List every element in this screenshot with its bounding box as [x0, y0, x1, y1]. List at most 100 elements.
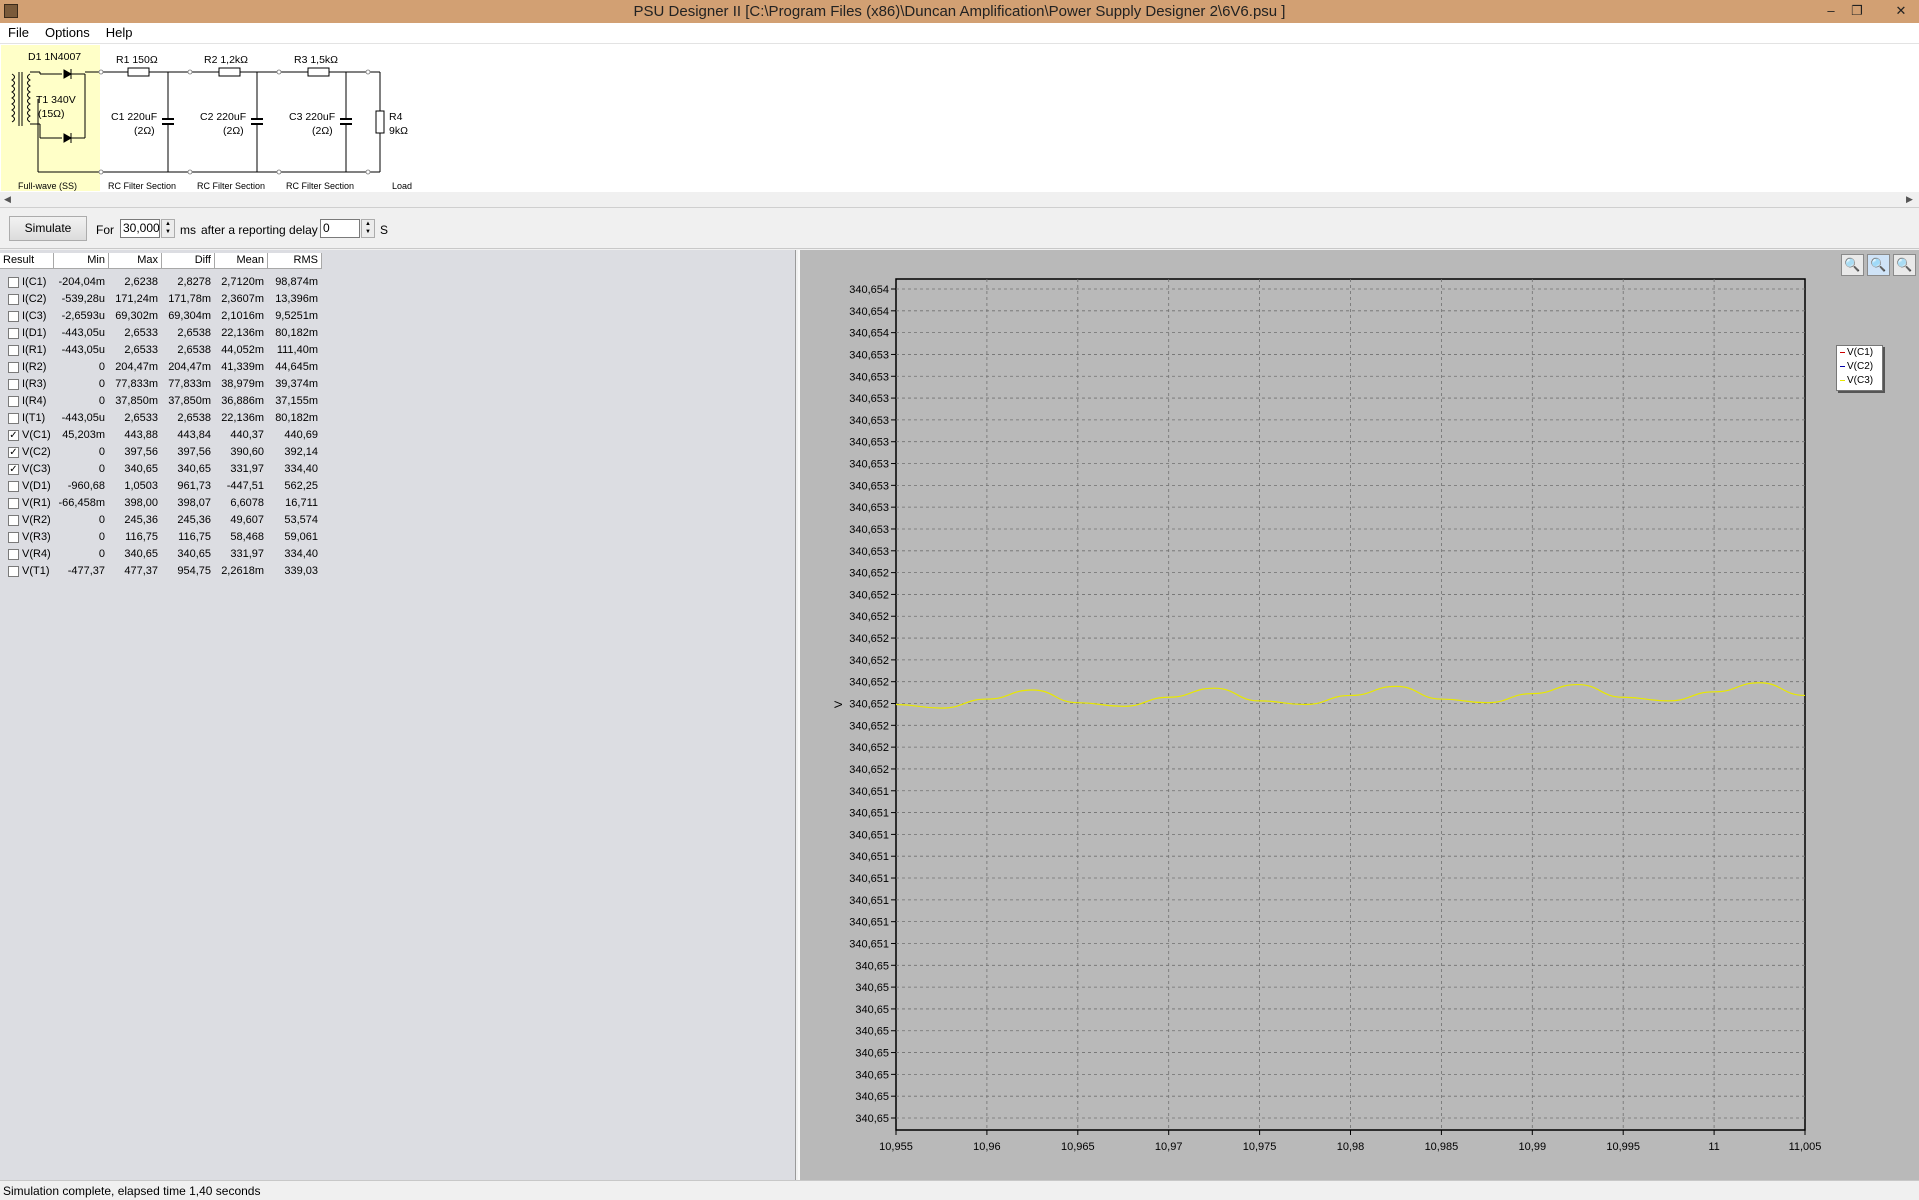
result-mean: 22,136m — [221, 327, 264, 339]
status-bar: Simulation complete, elapsed time 1,40 s… — [0, 1180, 1919, 1200]
legend-item-vc3: V(C3) — [1840, 375, 1873, 386]
table-row[interactable]: V(D1) -960,68 1,0503 961,73 -447,51 562,25 — [0, 479, 322, 496]
table-row[interactable]: V(R1) -66,458m 398,00 398,07 6,6078 16,711 — [0, 496, 322, 513]
header-result[interactable]: Result — [0, 253, 54, 269]
resistor-r3[interactable] — [307, 67, 330, 77]
result-checkbox[interactable] — [8, 328, 19, 339]
table-row[interactable]: V(R4) 0 340,65 340,65 331,97 334,40 — [0, 547, 322, 564]
section-load[interactable]: Load — [392, 181, 412, 191]
table-row[interactable]: I(R1) -443,05u 2,6533 2,6538 44,052m 111,40m — [0, 343, 322, 360]
header-mean[interactable]: Mean — [215, 253, 268, 269]
result-max: 2,6533 — [124, 344, 158, 356]
result-checkbox[interactable]: ✓ — [8, 447, 19, 458]
simulate-button[interactable]: Simulate — [9, 216, 87, 241]
zoom-out-icon[interactable]: 🔍 — [1893, 254, 1916, 276]
result-max: 397,56 — [124, 446, 158, 458]
result-mean: 6,6078 — [230, 497, 264, 509]
table-row[interactable]: I(D1) -443,05u 2,6533 2,6538 22,136m 80,182m — [0, 326, 322, 343]
result-checkbox[interactable] — [8, 396, 19, 407]
resistor-r2[interactable] — [218, 67, 241, 77]
result-checkbox[interactable] — [8, 345, 19, 356]
section-rc-3[interactable]: RC Filter Section — [286, 181, 354, 191]
table-row[interactable]: V(T1) -477,37 477,37 954,75 2,2618m 339,03 — [0, 564, 322, 581]
result-checkbox[interactable] — [8, 549, 19, 560]
scroll-right-arrow[interactable]: ▶ — [1906, 194, 1913, 205]
x-tick-label: 11 — [1708, 1141, 1719, 1153]
result-max: 245,36 — [124, 514, 158, 526]
result-checkbox[interactable] — [8, 532, 19, 543]
scroll-left-arrow[interactable]: ◀ — [4, 194, 11, 205]
result-diff: 245,36 — [177, 514, 211, 526]
result-checkbox[interactable]: ✓ — [8, 430, 19, 441]
table-row[interactable]: ✓ V(C3) 0 340,65 340,65 331,97 334,40 — [0, 462, 322, 479]
delay-spinner[interactable]: ▲ ▼ — [361, 219, 375, 238]
header-diff[interactable]: Diff — [162, 253, 215, 269]
y-tick-label: 340,65 — [855, 982, 889, 994]
result-min: 0 — [98, 463, 105, 475]
table-row[interactable]: ✓ V(C2) 0 397,56 397,56 390,60 392,14 — [0, 445, 322, 462]
y-tick-label: 340,65 — [855, 1091, 889, 1103]
result-max: 2,6238 — [124, 276, 158, 288]
zoom-in-icon[interactable]: 🔍 — [1841, 254, 1864, 276]
result-checkbox[interactable] — [8, 311, 19, 322]
status-text: Simulation complete, elapsed time 1,40 s… — [3, 1184, 261, 1198]
y-tick-label: 340,651 — [849, 873, 889, 885]
result-rms: 37,155m — [275, 395, 318, 407]
menu-help[interactable]: Help — [98, 23, 141, 42]
schematic-diagram: D1 1N4007 T1 340V (15Ω) R1 150Ω R2 1,2kΩ… — [1, 45, 412, 191]
duration-spinner[interactable]: ▲ ▼ — [161, 219, 175, 238]
result-max: 37,850m — [115, 395, 158, 407]
table-row[interactable]: I(C3) -2,6593u 69,302m 69,304m 2,1016m 9,5251… — [0, 309, 322, 326]
result-checkbox[interactable]: ✓ — [8, 464, 19, 475]
section-rc-1[interactable]: RC Filter Section — [108, 181, 176, 191]
section-fullwave[interactable]: Full-wave (SS) — [18, 181, 77, 191]
resistor-r1[interactable] — [127, 67, 150, 77]
table-row[interactable]: I(C1) -204,04m 2,6238 2,8278 2,7120m 98,874m — [0, 275, 322, 292]
result-checkbox[interactable] — [8, 566, 19, 577]
result-checkbox[interactable] — [8, 413, 19, 424]
result-checkbox[interactable] — [8, 362, 19, 373]
schematic-scrollbar[interactable]: ◀ ▶ — [0, 192, 1919, 208]
result-min: 0 — [98, 531, 105, 543]
result-max: 340,65 — [124, 463, 158, 475]
voltage-chart[interactable]: 10,955 10,96 10,965 10,97 10,975 10,98 10,985 1… — [800, 250, 1919, 1180]
result-name: I(C1) — [22, 276, 47, 288]
header-rms[interactable]: RMS — [268, 253, 322, 269]
simulation-controls: Simulate For 30,000 ▲ ▼ ms after a report… — [0, 208, 1919, 249]
result-name: I(R3) — [22, 378, 47, 390]
table-row[interactable]: V(R3) 0 116,75 116,75 58,468 59,061 — [0, 530, 322, 547]
result-checkbox[interactable] — [8, 481, 19, 492]
result-checkbox[interactable] — [8, 498, 19, 509]
header-max[interactable]: Max — [109, 253, 162, 269]
result-checkbox[interactable] — [8, 277, 19, 288]
delay-input[interactable]: 0 — [320, 219, 360, 238]
section-rc-2[interactable]: RC Filter Section — [197, 181, 265, 191]
menu-options[interactable]: Options — [37, 23, 98, 42]
header-min[interactable]: Min — [54, 253, 109, 269]
table-row[interactable]: I(R3) 0 77,833m 77,833m 38,979m 39,374m — [0, 377, 322, 394]
duration-input[interactable]: 30,000 — [120, 219, 160, 238]
result-max: 340,65 — [124, 548, 158, 560]
result-mean: 44,052m — [221, 344, 264, 356]
minimize-button[interactable]: – — [1818, 0, 1844, 22]
x-tick-label: 10,995 — [1606, 1141, 1640, 1153]
resistor-r4[interactable] — [375, 110, 385, 134]
menu-file[interactable]: File — [0, 23, 37, 42]
result-checkbox[interactable] — [8, 294, 19, 305]
table-row[interactable]: I(T1) -443,05u 2,6533 2,6538 22,136m 80,182m — [0, 411, 322, 428]
restore-button[interactable]: ❐ — [1844, 0, 1870, 22]
table-row[interactable]: I(C2) -539,28u 171,24m 171,78m 2,3607m 13,396… — [0, 292, 322, 309]
result-checkbox[interactable] — [8, 379, 19, 390]
legend-item-vc1: V(C1) — [1840, 347, 1873, 358]
label-r4: R4 — [389, 111, 403, 123]
table-row[interactable]: I(R4) 0 37,850m 37,850m 36,886m 37,155m — [0, 394, 322, 411]
table-row[interactable]: ✓ V(C1) 45,203m 443,88 443,84 440,37 440,69 — [0, 428, 322, 445]
table-row[interactable]: V(R2) 0 245,36 245,36 49,607 53,574 — [0, 513, 322, 530]
y-tick-label: 340,653 — [849, 546, 889, 558]
table-row[interactable]: I(R2) 0 204,47m 204,47m 41,339m 44,645m — [0, 360, 322, 377]
zoom-fit-icon[interactable]: 🔍 — [1867, 254, 1890, 276]
label-c3-esr: (2Ω) — [312, 125, 333, 137]
result-checkbox[interactable] — [8, 515, 19, 526]
y-tick-label: 340,652 — [849, 699, 889, 711]
close-button[interactable]: ✕ — [1888, 0, 1914, 22]
